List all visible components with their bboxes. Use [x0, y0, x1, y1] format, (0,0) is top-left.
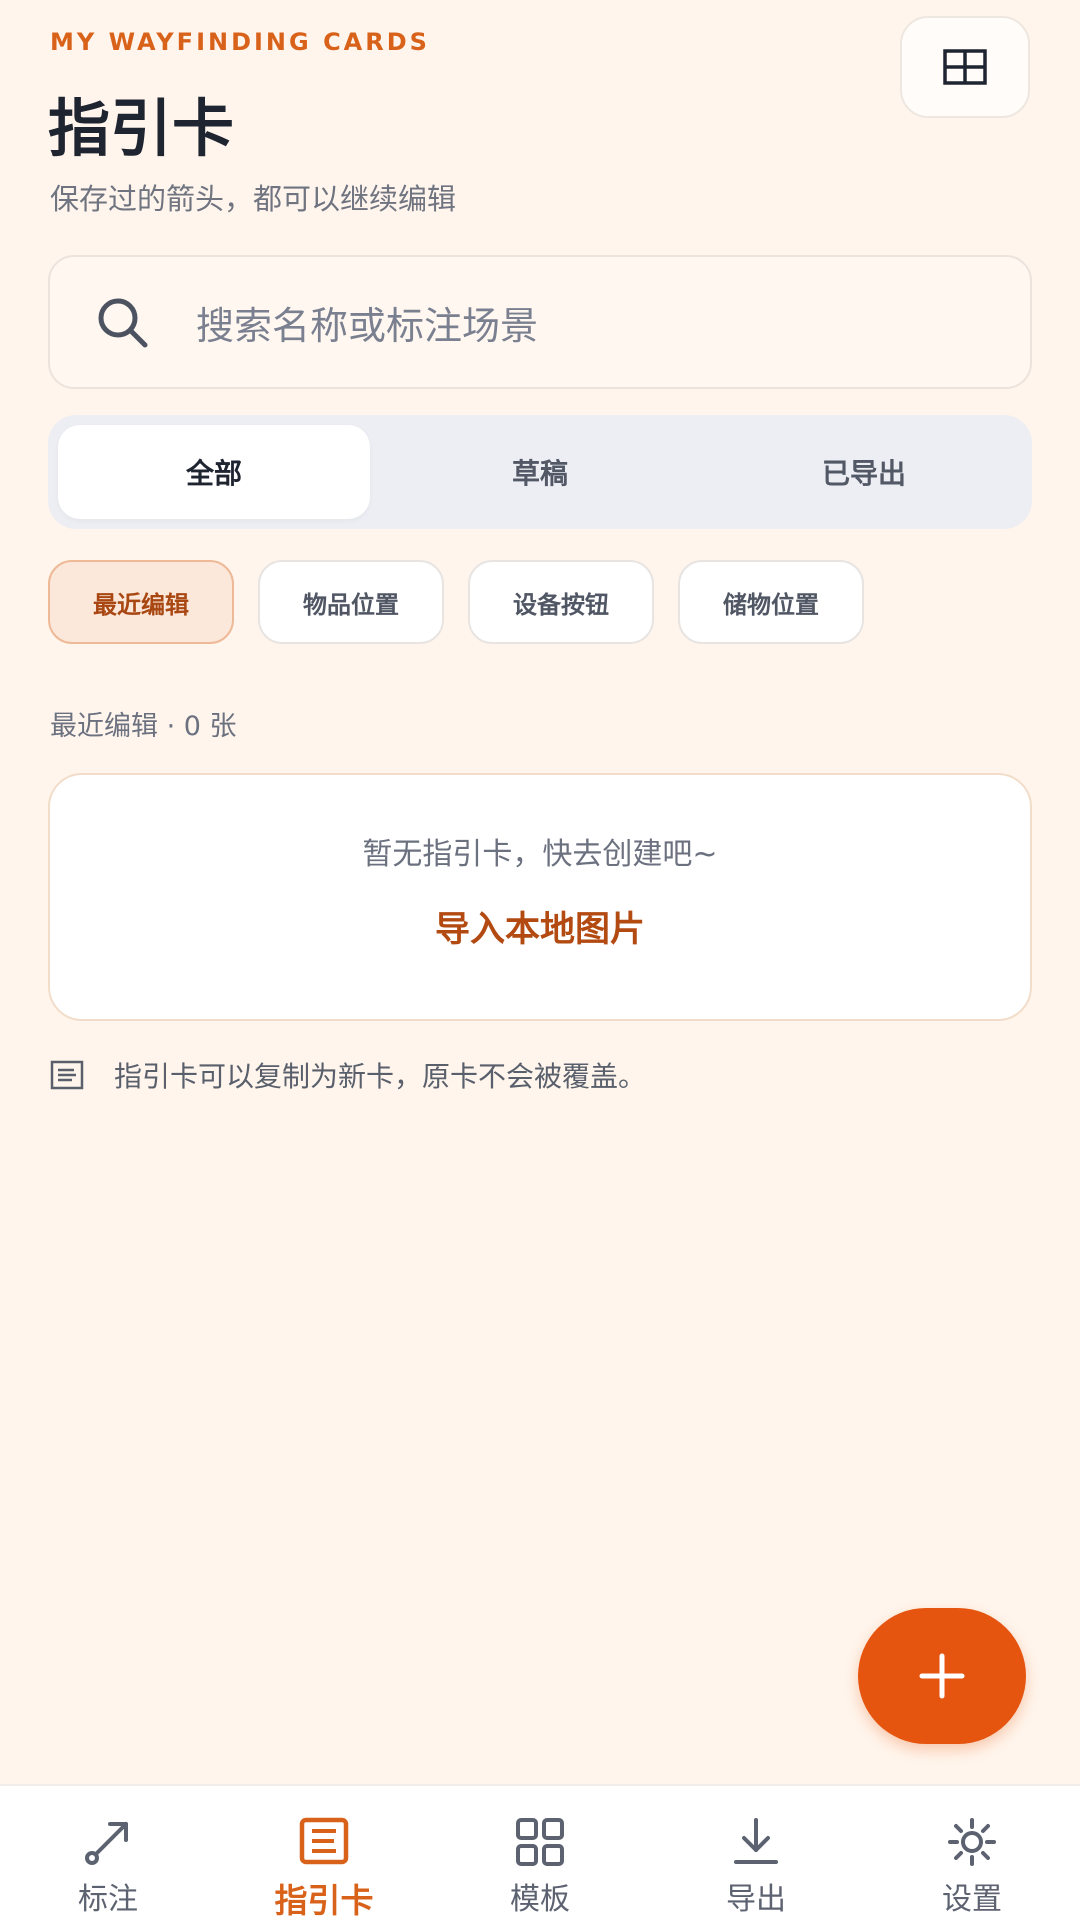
hint-row: 指引卡可以复制为新卡，原卡不会被覆盖。	[50, 1055, 646, 1095]
layout-toggle-button[interactable]	[900, 16, 1030, 118]
nav-item-templates[interactable]: 模板	[432, 1786, 648, 1922]
page-subtitle: 保存过的箭头，都可以继续编辑	[50, 182, 457, 216]
chip-item-location[interactable]: 物品位置	[258, 560, 444, 644]
eyebrow-label: MY WAYFINDING CARDS	[50, 28, 430, 56]
nav-label: 标注	[78, 1882, 138, 1917]
nav-label: 模板	[510, 1882, 570, 1917]
plus-icon	[919, 1653, 965, 1699]
nav-item-settings[interactable]: 设置	[864, 1786, 1080, 1922]
document-lines-icon	[50, 1058, 84, 1092]
segment-drafts[interactable]: 草稿	[384, 425, 696, 519]
hint-text: 指引卡可以复制为新卡，原卡不会被覆盖。	[114, 1060, 647, 1093]
list-count: 最近编辑 · 0 张	[50, 711, 237, 742]
nav-label: 设置	[942, 1882, 1002, 1917]
empty-state-message: 暂无指引卡，快去创建吧~	[362, 837, 718, 872]
segment-exported[interactable]: 已导出	[708, 425, 1020, 519]
nav-item-annotate[interactable]: 标注	[0, 1786, 216, 1922]
nav-label: 导出	[726, 1882, 786, 1917]
nav-item-export[interactable]: 导出	[648, 1786, 864, 1922]
search-input[interactable]: 搜索名称或标注场景	[48, 255, 1032, 389]
grid-templates-icon	[512, 1816, 568, 1868]
search-placeholder: 搜索名称或标注场景	[196, 303, 539, 348]
status-segmented-control: 全部 草稿 已导出	[48, 415, 1032, 529]
settings-gear-icon	[944, 1816, 1000, 1868]
import-local-image-button[interactable]: 导入本地图片	[50, 901, 1030, 952]
card-list-icon	[296, 1816, 352, 1868]
empty-state-card: 暂无指引卡，快去创建吧~ 导入本地图片	[48, 773, 1032, 1021]
chip-storage-location[interactable]: 储物位置	[678, 560, 864, 644]
arrow-annotate-icon	[80, 1816, 136, 1868]
nav-item-cards[interactable]: 指引卡	[216, 1786, 432, 1922]
search-icon	[92, 292, 152, 352]
create-card-fab[interactable]	[858, 1608, 1026, 1744]
chip-device-button[interactable]: 设备按钮	[468, 560, 654, 644]
page-title: 指引卡	[48, 92, 235, 165]
bottom-navigation: 标注 指引卡 模板 导出 设置	[0, 1784, 1080, 1922]
chip-recent-edit[interactable]: 最近编辑	[48, 560, 234, 644]
segment-all[interactable]: 全部	[58, 425, 370, 519]
download-icon	[728, 1816, 784, 1868]
nav-label: 指引卡	[274, 1881, 374, 1920]
layout-grid-icon	[943, 49, 987, 85]
